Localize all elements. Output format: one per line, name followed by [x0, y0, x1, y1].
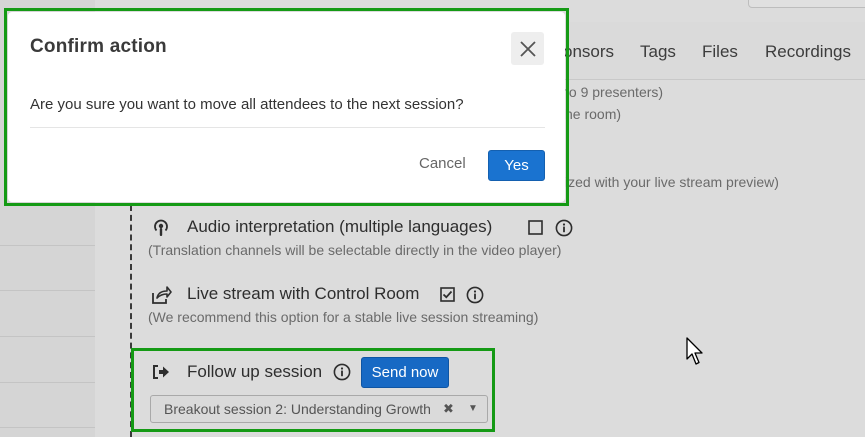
tab-tags[interactable]: Tags	[640, 42, 676, 62]
sidebar-divider	[0, 427, 95, 428]
tab-recordings[interactable]: Recordings	[765, 42, 851, 62]
audio-interpretation-checkbox[interactable]	[527, 219, 544, 236]
sign-out-icon	[150, 362, 171, 382]
top-search-input[interactable]	[748, 0, 865, 8]
dialog-highlight	[4, 8, 569, 206]
mouse-cursor-icon	[686, 337, 703, 365]
audio-interpretation-title: Audio interpretation (multiple languages…	[187, 217, 493, 236]
info-icon[interactable]	[332, 362, 351, 381]
tab-files[interactable]: Files	[702, 42, 738, 62]
tab-sponsors[interactable]: onsors	[563, 42, 614, 62]
option-description-partial: to 9 presenters)	[565, 84, 664, 100]
live-stream-title: Live stream with Control Room	[187, 284, 420, 303]
audio-interpretation-description: (Translation channels will be selectable…	[148, 242, 562, 258]
sidebar-divider	[0, 245, 95, 246]
clear-icon[interactable]: ✖	[443, 401, 454, 417]
podcast-icon	[150, 217, 172, 239]
select-value: Breakout session 2: Understanding Growth	[164, 401, 431, 417]
info-icon[interactable]	[465, 285, 484, 304]
live-stream-checkbox[interactable]	[439, 286, 456, 303]
sidebar-divider	[0, 336, 95, 337]
live-stream-description: (We recommend this option for a stable l…	[148, 309, 539, 325]
info-icon[interactable]	[554, 218, 573, 237]
share-icon	[149, 284, 172, 306]
sidebar-divider	[0, 382, 95, 383]
option-description-partial: he room)	[565, 106, 622, 122]
follow-up-title: Follow up session	[187, 362, 323, 381]
sidebar-divider	[0, 290, 95, 291]
send-now-button[interactable]: Send now	[361, 357, 449, 388]
follow-up-session-select[interactable]: Breakout session 2: Understanding Growth…	[150, 395, 488, 423]
option-description-partial: ized with your live stream preview)	[565, 174, 779, 190]
chevron-down-icon[interactable]: ▼	[468, 403, 478, 414]
